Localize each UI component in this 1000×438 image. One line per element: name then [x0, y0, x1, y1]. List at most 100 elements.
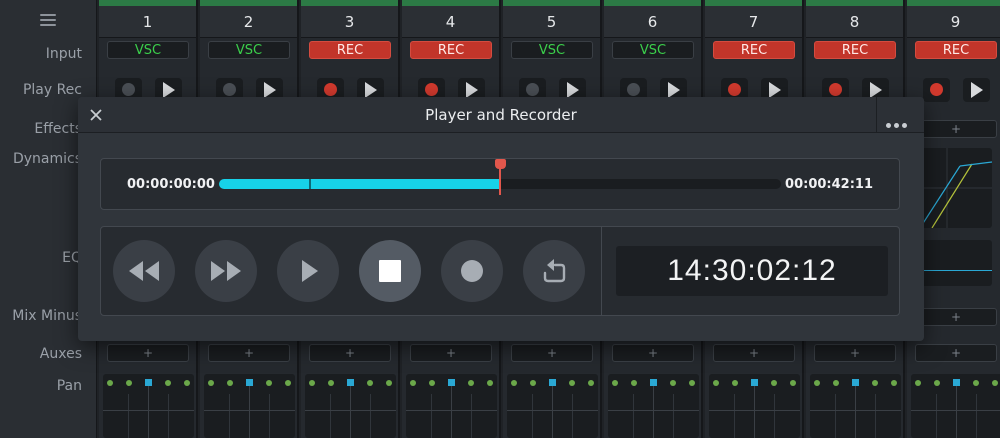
pan-grid — [936, 394, 937, 438]
pan-grid — [734, 394, 735, 438]
channel-header[interactable]: 1 — [99, 6, 196, 38]
pan-grid — [810, 410, 901, 411]
channel-header[interactable]: 9 — [907, 6, 1000, 38]
pan-control[interactable] — [608, 374, 699, 438]
play-icon — [668, 82, 680, 98]
add-aux-button[interactable]: + — [915, 344, 997, 362]
pan-grid — [148, 384, 149, 438]
add-aux-button[interactable]: + — [511, 344, 593, 362]
channel-number: 3 — [344, 13, 355, 31]
pan-speaker-left-center-icon — [328, 380, 334, 386]
pan-position-handle[interactable] — [650, 379, 657, 386]
channel-input-button[interactable]: VSC — [511, 41, 593, 59]
add-mix-minus-button[interactable]: + — [915, 308, 997, 326]
close-icon[interactable] — [86, 105, 106, 125]
timeline-marker — [309, 179, 311, 189]
more-icon[interactable] — [886, 113, 916, 128]
channel-input-button[interactable]: REC — [915, 41, 997, 59]
pan-control[interactable] — [507, 374, 598, 438]
pan-control[interactable] — [103, 374, 194, 438]
start-timecode: 00:00:00:00 — [127, 177, 215, 192]
fast-forward-button[interactable] — [195, 240, 257, 302]
pan-speaker-left-icon — [915, 380, 921, 386]
channel-input-button[interactable]: REC — [410, 41, 492, 59]
pan-control[interactable] — [911, 374, 1000, 438]
add-aux-button[interactable]: + — [208, 344, 290, 362]
channel-play-button[interactable] — [963, 78, 990, 102]
channel-header[interactable]: 2 — [200, 6, 297, 38]
channel-input-button[interactable]: VSC — [208, 41, 290, 59]
add-effect-button[interactable]: + — [915, 120, 997, 138]
pan-grid — [608, 410, 699, 411]
channel-number: 8 — [849, 13, 860, 31]
record-arm-icon — [324, 83, 337, 96]
add-aux-button[interactable]: + — [713, 344, 795, 362]
pan-speaker-right-icon — [487, 380, 493, 386]
channel-input-button[interactable]: VSC — [107, 41, 189, 59]
pan-grid — [855, 384, 856, 438]
loop-icon — [543, 259, 566, 283]
channel-input-button[interactable]: REC — [814, 41, 896, 59]
pan-position-handle[interactable] — [448, 379, 455, 386]
record-button[interactable] — [441, 240, 503, 302]
pan-position-handle[interactable] — [347, 379, 354, 386]
pan-control[interactable] — [204, 374, 295, 438]
row-label-dynamics: Dynamics — [12, 151, 82, 167]
playhead-handle[interactable] — [495, 159, 506, 169]
add-aux-button[interactable]: + — [814, 344, 896, 362]
channel-header[interactable]: 6 — [604, 6, 701, 38]
add-aux-button[interactable]: + — [410, 344, 492, 362]
pan-position-handle[interactable] — [246, 379, 253, 386]
loop-button[interactable] — [523, 240, 585, 302]
record-arm-icon — [526, 83, 539, 96]
pan-position-handle[interactable] — [145, 379, 152, 386]
dialog-title: Player and Recorder — [425, 106, 577, 124]
play-icon — [466, 82, 478, 98]
play-icon — [163, 82, 175, 98]
stop-button[interactable] — [359, 240, 421, 302]
pan-position-handle[interactable] — [953, 379, 960, 386]
pan-control[interactable] — [709, 374, 800, 438]
pan-speaker-left-icon — [410, 380, 416, 386]
pan-grid — [552, 384, 553, 438]
pan-speaker-right-center-icon — [771, 380, 777, 386]
channel-header[interactable]: 8 — [806, 6, 903, 38]
pan-position-handle[interactable] — [549, 379, 556, 386]
timeline-progress — [219, 179, 500, 189]
add-aux-button[interactable]: + — [107, 344, 189, 362]
add-aux-button[interactable]: + — [612, 344, 694, 362]
row-label-pan: Pan — [56, 378, 82, 394]
add-aux-button[interactable]: + — [309, 344, 391, 362]
pan-control[interactable] — [810, 374, 901, 438]
play-button[interactable] — [277, 240, 339, 302]
pan-control[interactable] — [406, 374, 497, 438]
pan-speaker-right-center-icon — [872, 380, 878, 386]
rewind-button[interactable] — [113, 240, 175, 302]
pan-speaker-left-center-icon — [934, 380, 940, 386]
pan-grid — [709, 410, 800, 411]
channel-input-button[interactable]: REC — [713, 41, 795, 59]
pan-speaker-left-center-icon — [732, 380, 738, 386]
timeline-scrubber[interactable] — [219, 159, 781, 195]
pan-grid — [875, 394, 876, 438]
pan-grid — [754, 384, 755, 438]
hamburger-icon[interactable] — [40, 14, 56, 26]
pan-position-handle[interactable] — [751, 379, 758, 386]
pan-speaker-right-center-icon — [569, 380, 575, 386]
playhead-line — [499, 165, 501, 195]
pan-speaker-right-center-icon — [165, 380, 171, 386]
channel-header[interactable]: 3 — [301, 6, 398, 38]
channel-header[interactable]: 5 — [503, 6, 600, 38]
channel-number: 6 — [647, 13, 658, 31]
pan-grid — [249, 384, 250, 438]
channel-header[interactable]: 4 — [402, 6, 499, 38]
channel-header[interactable]: 7 — [705, 6, 802, 38]
pan-position-handle[interactable] — [852, 379, 859, 386]
pan-grid — [507, 410, 598, 411]
pan-speaker-right-center-icon — [670, 380, 676, 386]
channel-input-button[interactable]: REC — [309, 41, 391, 59]
pan-control[interactable] — [305, 374, 396, 438]
pan-grid — [350, 384, 351, 438]
record-arm-button[interactable] — [923, 78, 950, 102]
channel-input-button[interactable]: VSC — [612, 41, 694, 59]
